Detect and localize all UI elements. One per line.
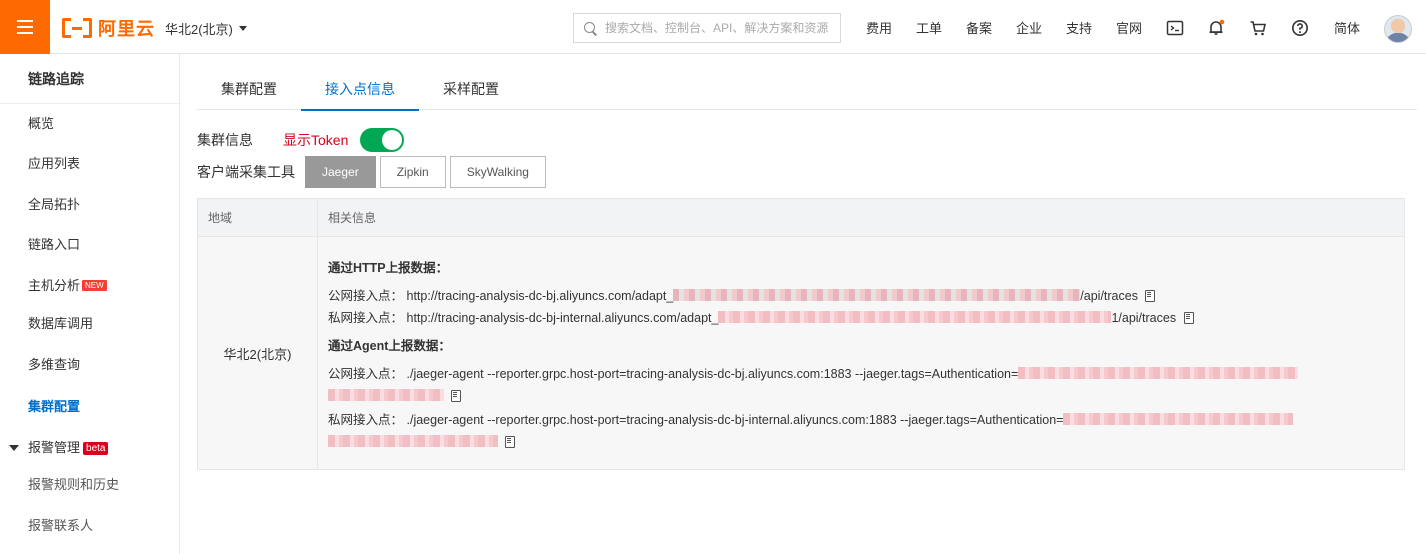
jaeger-button[interactable]: Jaeger [305,156,376,188]
client-tool-row: 客户端采集工具 Jaeger Zipkin SkyWalking [197,156,550,188]
region-selector[interactable]: 华北2(北京) [165,19,247,38]
beta-badge: beta [83,442,109,455]
agent-private-endpoint-cont [328,431,1404,453]
terminal-icon[interactable] [1166,19,1184,37]
copy-icon[interactable] [1145,290,1156,302]
sidebar-item-host-analysis[interactable]: 主机分析 NEW [0,266,179,306]
cart-icon[interactable] [1249,19,1267,37]
tab-cluster-config[interactable]: 集群配置 [197,68,301,110]
agent-section-title: 通过Agent上报数据： [328,339,451,353]
redacted-token [328,389,444,401]
nav-icp[interactable]: 备案 [966,0,992,54]
logo-text: 阿里云 [98,19,155,39]
sidebar-item-topology[interactable]: 全局拓扑 [0,185,179,225]
nav-fees[interactable]: 费用 [866,0,892,54]
language-switch[interactable]: 简体 [1334,0,1360,54]
column-header-info: 相关信息 [328,211,377,225]
show-token-toggle[interactable] [360,128,405,152]
new-badge: NEW [82,280,107,291]
table-row: 华北2(北京) 通过HTTP上报数据： 公网接入点： http://tracin… [198,237,1404,469]
sidebar: 链路追踪 概览 应用列表 全局拓扑 链路入口 主机分析 NEW 数据库调用 多维查… [0,54,180,554]
sidebar-group-alerts[interactable]: 报警管理 beta [0,428,179,468]
cluster-info-row: 集群信息 显示Token [197,128,405,152]
copy-icon[interactable] [505,436,516,448]
zipkin-button[interactable]: Zipkin [379,156,446,188]
http-private-endpoint: 私网接入点： http://tracing-analysis-dc-bj-int… [328,307,1404,329]
tab-endpoint-info[interactable]: 接入点信息 [301,68,419,111]
info-cell: 通过HTTP上报数据： 公网接入点： http://tracing-analys… [318,237,1404,469]
copy-icon[interactable] [1183,312,1194,324]
sidebar-title: 链路追踪 [0,54,179,104]
sidebar-item-alert-contacts[interactable]: 报警联系人 [0,506,179,546]
sidebar-item-cluster-config[interactable]: 集群配置 [0,387,179,427]
region-cell: 华北2(北京) [198,237,318,469]
nav-tickets[interactable]: 工单 [916,0,942,54]
nav-support[interactable]: 支持 [1066,0,1092,54]
bell-icon[interactable] [1207,19,1225,37]
client-tool-label: 客户端采集工具 [197,164,295,180]
aliyun-logo[interactable]: 阿里云 [62,16,155,40]
hamburger-menu-icon[interactable] [0,0,50,54]
tabs: 集群配置 接入点信息 采样配置 [197,68,1417,111]
tab-sampling-config[interactable]: 采样配置 [419,68,523,110]
sidebar-item-apps[interactable]: 应用列表 [0,144,179,184]
nav-website[interactable]: 官网 [1116,0,1142,54]
sidebar-item-multi-query[interactable]: 多维查询 [0,345,179,385]
agent-public-endpoint: 公网接入点： ./jaeger-agent --reporter.grpc.ho… [328,363,1404,385]
nav-enterprise[interactable]: 企业 [1016,0,1042,54]
cluster-info-label: 集群信息 [197,132,253,148]
search-icon [584,21,597,35]
endpoint-table: 地域 相关信息 华北2(北京) 通过HTTP上报数据： 公网接入点： http:… [197,198,1405,470]
user-avatar[interactable] [1384,15,1412,43]
region-label: 华北2(北京) [165,22,233,37]
aliyun-logo-icon [62,18,92,38]
http-public-endpoint: 公网接入点： http://tracing-analysis-dc-bj.ali… [328,285,1404,307]
top-bar: 阿里云 华北2(北京) 费用 工单 备案 企业 支持 官网 简体 [0,0,1426,54]
redacted-token [1063,413,1294,425]
redacted-token [673,289,1081,301]
agent-private-endpoint: 私网接入点： ./jaeger-agent --reporter.grpc.ho… [328,409,1404,431]
search-input[interactable] [605,21,835,35]
sidebar-item-entry[interactable]: 链路入口 [0,225,179,265]
sidebar-item-overview[interactable]: 概览 [0,104,179,144]
column-header-region: 地域 [198,199,318,236]
agent-public-endpoint-cont [328,385,1404,407]
http-section-title: 通过HTTP上报数据： [328,261,449,275]
sidebar-item-db-calls[interactable]: 数据库调用 [0,304,179,344]
redacted-token [1018,367,1299,379]
main-content: 集群配置 接入点信息 采样配置 集群信息 显示Token 客户端采集工具 Jae… [181,54,1426,554]
sidebar-item-alert-rules[interactable]: 报警规则和历史 [0,465,179,505]
copy-icon[interactable] [451,390,462,402]
redacted-token [718,311,1112,323]
table-header: 地域 相关信息 [198,199,1404,237]
global-search[interactable] [573,13,841,43]
skywalking-button[interactable]: SkyWalking [449,156,546,188]
show-token-label: 显示Token [283,132,349,148]
caret-down-icon [9,445,19,451]
help-icon[interactable] [1291,19,1309,37]
chevron-down-icon [238,26,247,31]
redacted-token [328,435,498,447]
